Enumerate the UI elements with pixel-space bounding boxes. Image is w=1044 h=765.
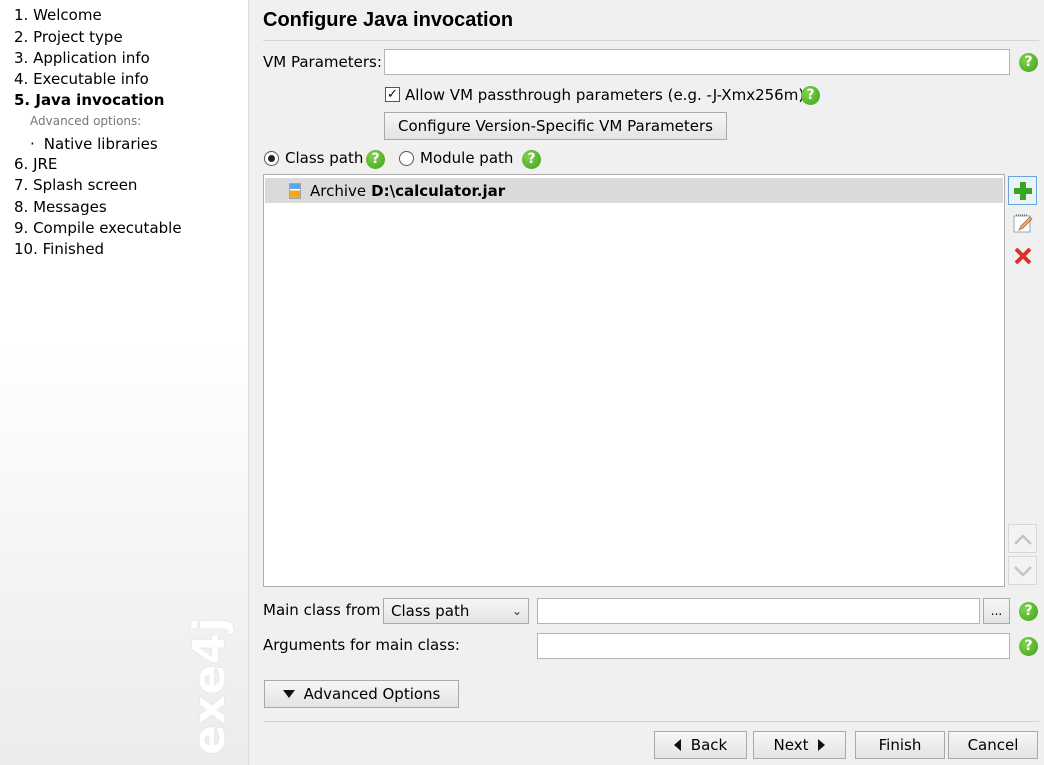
main-class-source-value: Class path	[391, 602, 470, 620]
remove-entry-button[interactable]	[1008, 241, 1037, 270]
entry-path: D:\calculator.jar	[371, 181, 506, 200]
chevron-down-icon: ⌄	[511, 604, 522, 618]
help-icon[interactable]: ?	[801, 86, 820, 105]
step-native-libraries[interactable]: · Native libraries	[30, 135, 158, 153]
step-jre[interactable]: 6. JRE	[14, 155, 57, 173]
step-splash-screen[interactable]: 7. Splash screen	[14, 176, 137, 194]
advanced-options-button-label: Advanced Options	[303, 685, 441, 703]
module-path-label: Module path	[420, 149, 514, 167]
back-button-label: Back	[690, 736, 728, 754]
vm-parameters-input[interactable]	[384, 49, 1010, 75]
main-class-source-select[interactable]: Class path ⌄	[383, 598, 529, 624]
next-button-label: Next	[773, 736, 809, 754]
help-icon[interactable]: ?	[1019, 637, 1038, 656]
wizard-sidebar: 1. Welcome 2. Project type 3. Applicatio…	[0, 0, 249, 765]
add-entry-button[interactable]	[1008, 176, 1037, 205]
help-icon[interactable]: ?	[522, 150, 541, 169]
step-welcome[interactable]: 1. Welcome	[14, 6, 102, 24]
step-finished[interactable]: 10. Finished	[14, 240, 104, 258]
browse-main-class-button[interactable]: ...	[983, 598, 1010, 624]
main-class-label: Main class from	[263, 601, 381, 619]
arguments-label: Arguments for main class:	[263, 636, 460, 654]
native-libraries-label: Native libraries	[43, 135, 158, 153]
passthrough-checkbox[interactable]: ✓	[385, 87, 400, 102]
back-button[interactable]: Back	[654, 731, 747, 759]
configure-version-specific-button[interactable]: Configure Version-Specific VM Parameters	[384, 112, 727, 140]
classpath-list[interactable]: Archive D:\calculator.jar	[263, 174, 1005, 587]
help-icon[interactable]: ?	[1019, 602, 1038, 621]
list-item[interactable]: Archive D:\calculator.jar	[265, 178, 1003, 203]
triangle-left-icon	[673, 739, 681, 751]
page-title: Configure Java invocation	[263, 9, 514, 31]
passthrough-label: Allow VM passthrough parameters (e.g. -J…	[405, 86, 805, 104]
edit-icon	[1013, 214, 1033, 232]
module-path-radio[interactable]	[399, 151, 414, 166]
chevron-down-icon	[1013, 565, 1032, 577]
exe4j-logo: exe4j	[183, 616, 235, 755]
step-project-type[interactable]: 2. Project type	[14, 28, 123, 46]
advanced-options-button[interactable]: Advanced Options	[264, 680, 459, 708]
plus-icon	[1013, 181, 1032, 200]
arguments-input[interactable]	[537, 633, 1010, 659]
footer-divider	[263, 721, 1039, 722]
class-path-label: Class path	[285, 149, 364, 167]
main-class-input[interactable]	[537, 598, 980, 624]
help-icon[interactable]: ?	[366, 150, 385, 169]
chevron-up-icon	[1013, 533, 1032, 545]
cancel-button[interactable]: Cancel	[948, 731, 1038, 759]
step-messages[interactable]: 8. Messages	[14, 198, 107, 216]
class-path-radio[interactable]	[264, 151, 279, 166]
triangle-down-icon	[282, 690, 295, 698]
step-executable-info[interactable]: 4. Executable info	[14, 70, 149, 88]
delete-icon	[1014, 247, 1031, 264]
move-up-button[interactable]	[1008, 524, 1037, 553]
vm-parameters-label: VM Parameters:	[263, 53, 382, 71]
bullet-icon: ·	[30, 135, 35, 153]
help-icon[interactable]: ?	[1019, 53, 1038, 72]
step-java-invocation[interactable]: 5. Java invocation	[14, 91, 164, 109]
title-divider	[263, 40, 1039, 41]
advanced-options-label: Advanced options:	[30, 114, 142, 128]
finish-button[interactable]: Finish	[855, 731, 945, 759]
step-application-info[interactable]: 3. Application info	[14, 49, 150, 67]
triangle-right-icon	[818, 739, 826, 751]
move-down-button[interactable]	[1008, 556, 1037, 585]
step-compile-executable[interactable]: 9. Compile executable	[14, 219, 182, 237]
next-button[interactable]: Next	[753, 731, 846, 759]
edit-entry-button[interactable]	[1008, 209, 1037, 238]
entry-type: Archive	[310, 181, 367, 200]
archive-icon	[289, 182, 301, 199]
